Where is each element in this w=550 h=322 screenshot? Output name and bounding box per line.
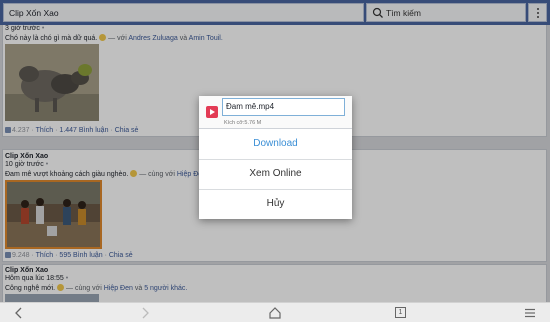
forward-icon[interactable] — [138, 306, 152, 320]
tabs-icon[interactable]: 1 — [395, 307, 406, 318]
dialog-header: Đam mê.mp4 Kích cỡ:5.76 M — [199, 96, 352, 129]
watch-online-button[interactable]: Xem Online — [199, 159, 352, 189]
cancel-button[interactable]: Hủy — [199, 189, 352, 219]
file-size: Kích cỡ:5.76 M — [224, 120, 262, 126]
back-icon[interactable] — [12, 306, 26, 320]
tab-count: 1 — [398, 309, 403, 316]
filename-input[interactable]: Đam mê.mp4 — [222, 98, 345, 116]
menu-icon[interactable] — [523, 306, 537, 320]
browser-nav-bar: 1 — [0, 302, 550, 322]
app-logo-icon — [206, 106, 218, 118]
home-icon[interactable] — [268, 306, 282, 320]
download-button[interactable]: Download — [199, 129, 352, 159]
download-dialog: Đam mê.mp4 Kích cỡ:5.76 M Download Xem O… — [199, 96, 352, 219]
